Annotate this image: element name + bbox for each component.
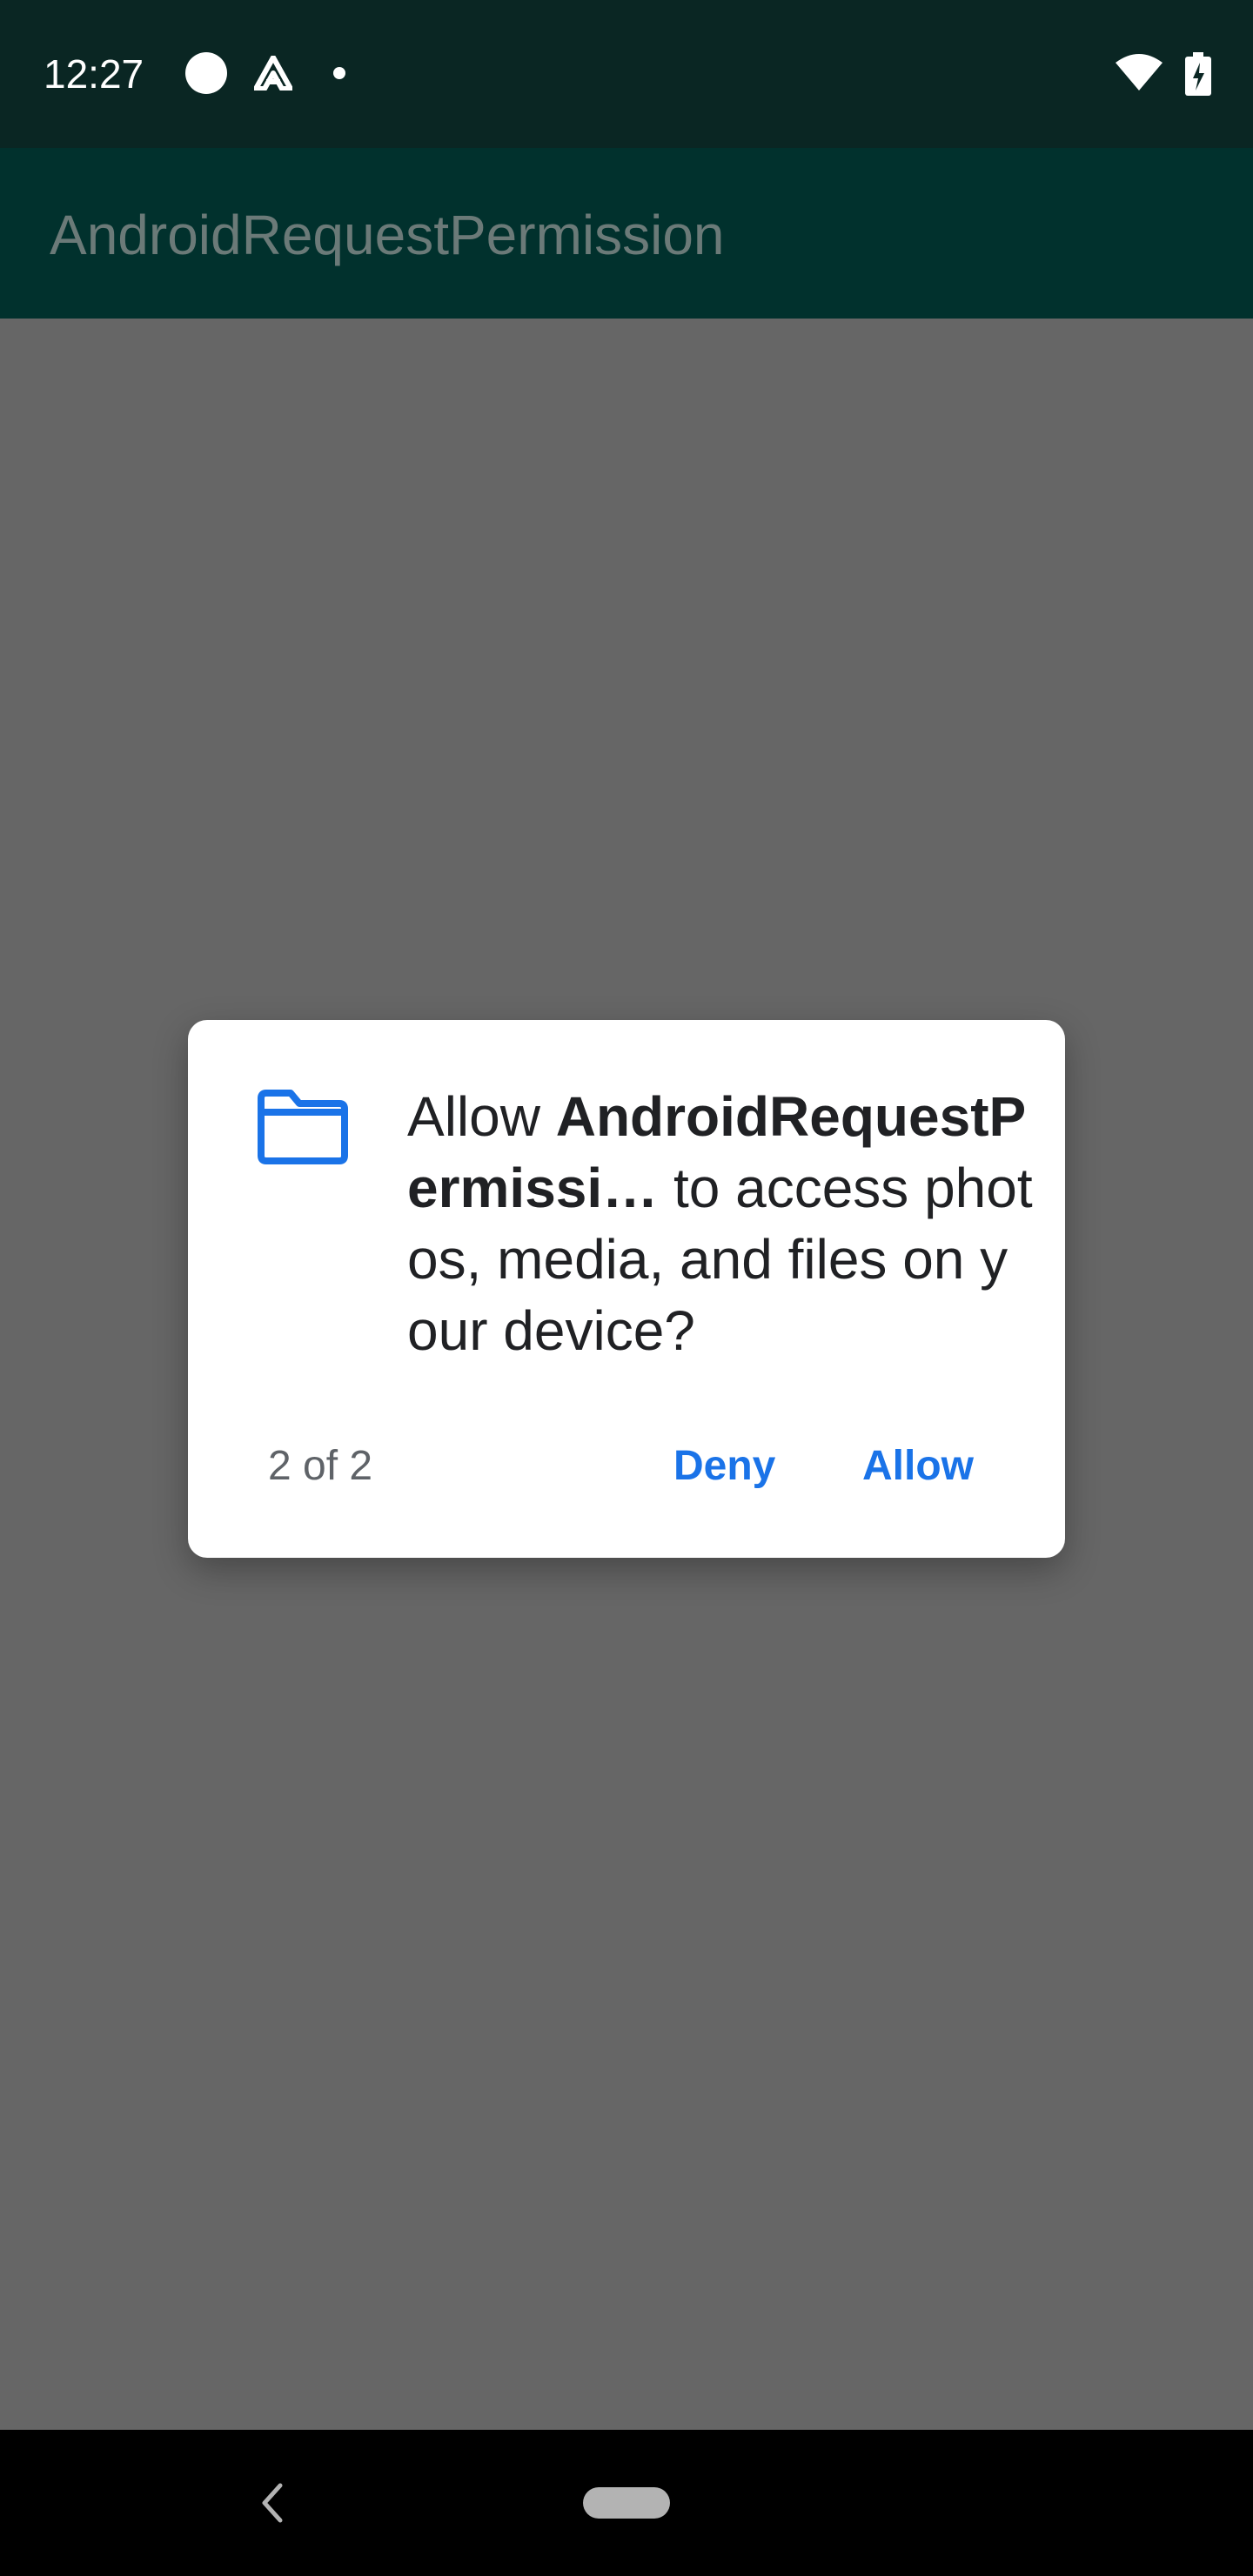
dialog-message: Allow AndroidRequestPermissi… to access … [407,1081,1034,1366]
app-title: AndroidRequestPermission [50,204,725,266]
permission-dialog: Allow AndroidRequestPermissi… to access … [188,1020,1065,1558]
folder-icon [258,1090,348,1164]
app-bar: AndroidRequestPermission [0,148,1253,319]
permission-count: 2 of 2 [268,1443,373,1489]
deny-button[interactable]: Deny [654,1420,794,1513]
status-time: 12:27 [44,51,144,97]
a-logo-icon [254,56,292,91]
dot-icon [333,67,345,79]
status-bar: 12:27 [0,0,1253,148]
battery-icon [1185,52,1211,96]
back-icon[interactable] [254,2480,289,2526]
navigation-bar [0,2430,1253,2576]
wifi-icon [1116,54,1163,91]
message-prefix: Allow [407,1085,556,1148]
home-pill[interactable] [583,2487,670,2519]
allow-button[interactable]: Allow [843,1420,993,1513]
notification-circle-icon [185,52,227,94]
